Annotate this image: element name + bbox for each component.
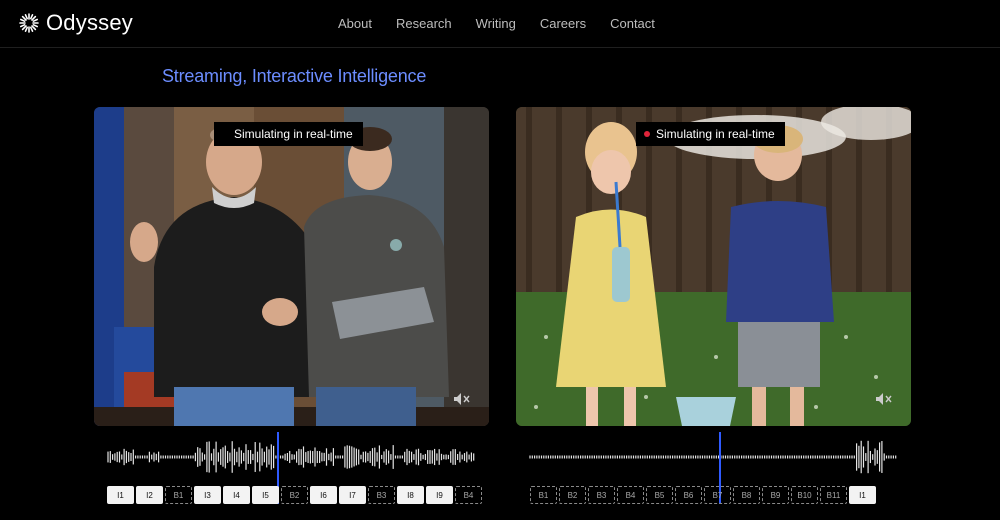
brand-name: Odyssey — [46, 10, 133, 35]
frame-token: B6 — [675, 486, 702, 504]
frame-token: I3 — [194, 486, 221, 504]
video-frame-children — [516, 107, 911, 426]
realtime-badge-label: Simulating in real-time — [656, 127, 775, 141]
audio-waveform-left[interactable] — [94, 432, 489, 482]
realtime-badge: Simulating in real-time — [214, 122, 363, 146]
sunburst-icon — [19, 13, 39, 33]
frame-token: B5 — [646, 486, 673, 504]
frame-token: B3 — [588, 486, 615, 504]
nav-link-contact[interactable]: Contact — [610, 16, 655, 31]
muted-speaker-icon[interactable] — [453, 392, 471, 406]
frame-token: B8 — [733, 486, 760, 504]
video-card-right[interactable]: Simulating in real-time — [516, 107, 911, 426]
brand-logo[interactable]: Odyssey — [18, 10, 133, 36]
frame-token: B9 — [762, 486, 789, 504]
frame-token: B4 — [455, 486, 482, 504]
realtime-badge-label: Simulating in real-time — [234, 127, 353, 141]
frame-token: I7 — [339, 486, 366, 504]
video-frame-presenters — [94, 107, 489, 426]
frame-token: I8 — [397, 486, 424, 504]
frame-token: I6 — [310, 486, 337, 504]
frame-token: I1 — [107, 486, 134, 504]
nav-link-research[interactable]: Research — [396, 16, 452, 31]
frame-token: I2 — [136, 486, 163, 504]
frame-token: B10 — [791, 486, 818, 504]
frame-token: I4 — [223, 486, 250, 504]
muted-speaker-icon[interactable] — [875, 392, 893, 406]
nav-links: About Research Writing Careers Contact — [338, 16, 679, 31]
frame-token: I5 — [252, 486, 279, 504]
page-headline: Streaming, Interactive Intelligence — [162, 66, 427, 86]
frame-token: B3 — [368, 486, 395, 504]
frame-token: B1 — [530, 486, 557, 504]
frame-token: B7 — [704, 486, 731, 504]
record-dot-icon — [644, 131, 650, 137]
frame-token-strip-left: I1 I2 B1 I3 I4 I5 B2 I6 I7 B3 I8 I9 B4 — [107, 486, 482, 504]
frame-token: B11 — [820, 486, 847, 504]
nav-link-careers[interactable]: Careers — [540, 16, 586, 31]
frame-token: I9 — [426, 486, 453, 504]
nav-link-writing[interactable]: Writing — [476, 16, 516, 31]
frame-token-strip-right: B1 B2 B3 B4 B5 B6 B7 B8 B9 B10 B11 I1 — [530, 486, 876, 504]
top-nav: Odyssey About Research Writing Careers C… — [0, 0, 1000, 48]
audio-waveform-right[interactable] — [516, 432, 911, 482]
frame-token: B4 — [617, 486, 644, 504]
nav-link-about[interactable]: About — [338, 16, 372, 31]
frame-token: I1 — [849, 486, 876, 504]
frame-token: B2 — [559, 486, 586, 504]
frame-token: B1 — [165, 486, 192, 504]
video-card-left[interactable]: Simulating in real-time — [94, 107, 489, 426]
frame-token: B2 — [281, 486, 308, 504]
realtime-badge: Simulating in real-time — [636, 122, 785, 146]
